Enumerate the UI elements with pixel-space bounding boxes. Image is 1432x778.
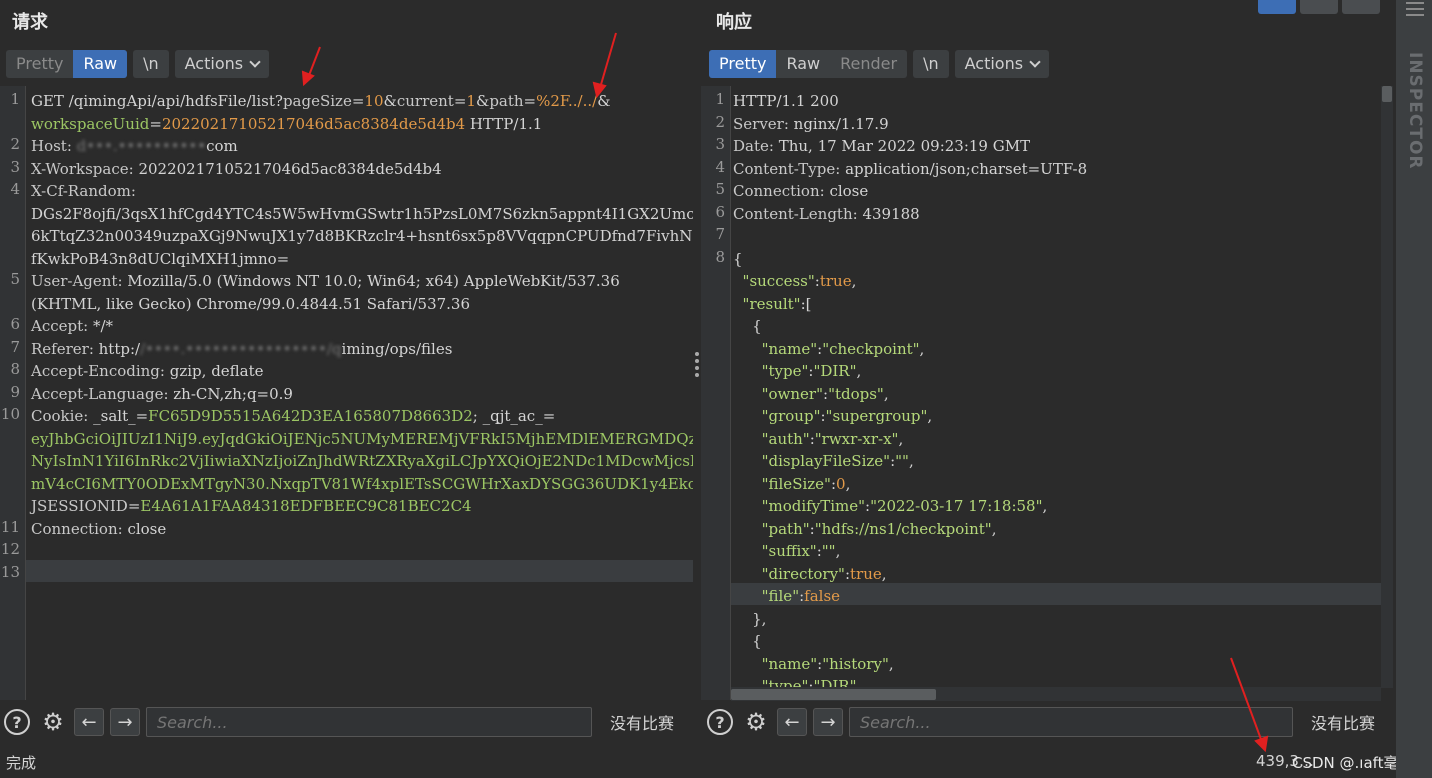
- annotation-arrows: [301, 32, 1269, 753]
- annotation-arrow-head: [592, 81, 607, 99]
- annotation-arrow: [1230, 657, 1263, 743]
- annotation-arrow: [307, 46, 321, 79]
- annotation-arrow-head: [301, 70, 315, 87]
- annotation-arrow-head: [1254, 735, 1269, 753]
- annotation-arrow: [599, 32, 617, 89]
